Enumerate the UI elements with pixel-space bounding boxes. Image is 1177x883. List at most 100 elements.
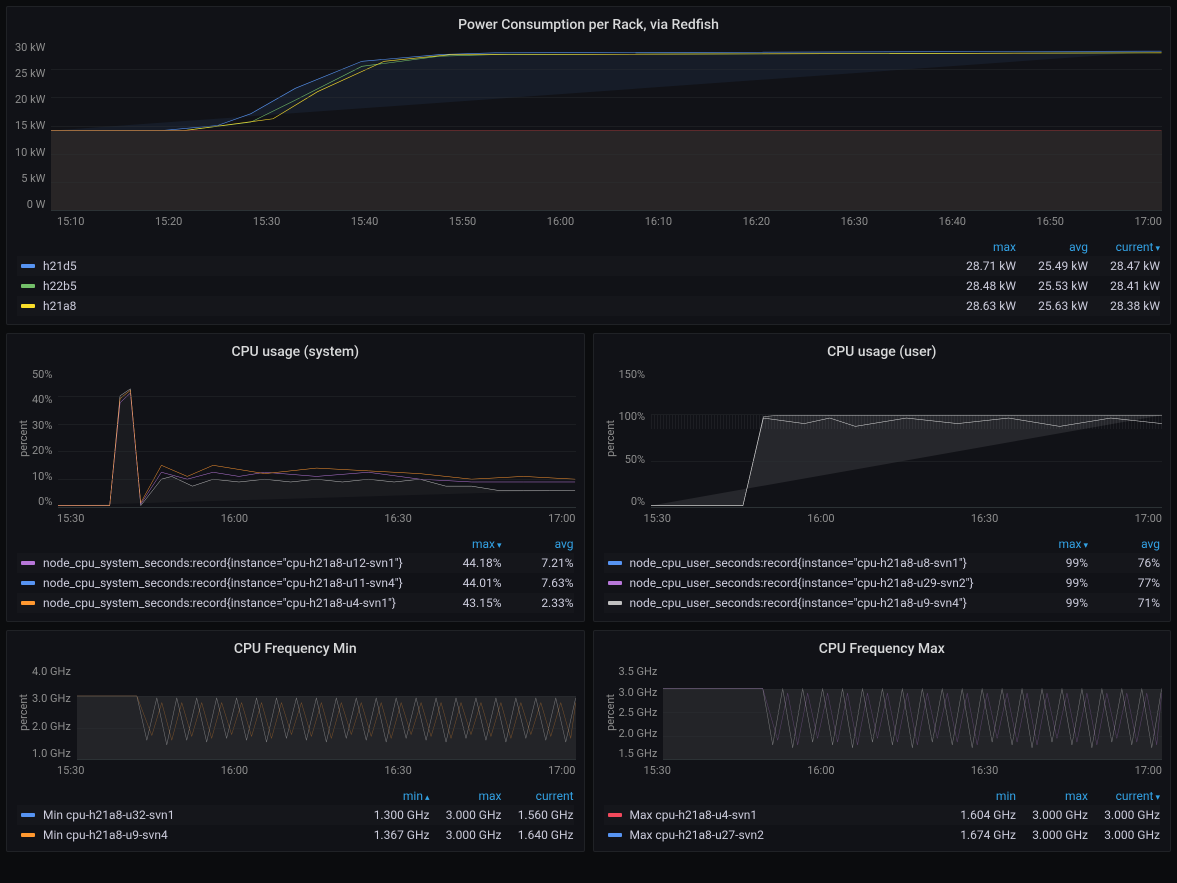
- col-max[interactable]: max: [1016, 789, 1088, 803]
- series-value-min: 1.300 GHz: [358, 808, 430, 822]
- series-name: node_cpu_user_seconds:record{instance="c…: [630, 576, 1017, 590]
- series-swatch: [21, 833, 35, 837]
- col-min[interactable]: min▴: [358, 789, 430, 803]
- series-value-max: 3.000 GHz: [430, 808, 502, 822]
- series-swatch: [21, 304, 35, 308]
- legend-item[interactable]: h21a828.63 kW25.63 kW28.38 kW: [17, 296, 1160, 316]
- col-max[interactable]: max▾: [430, 537, 502, 551]
- series-value-max: 3.000 GHz: [1016, 828, 1088, 842]
- col-max[interactable]: max▾: [1016, 537, 1088, 551]
- legend-item[interactable]: h21d528.71 kW25.49 kW28.47 kW: [17, 256, 1160, 276]
- col-min[interactable]: min: [944, 789, 1016, 803]
- y-axis: 4.0 GHz3.0 GHz2.0 GHz1.0 GHz: [32, 665, 77, 760]
- series-value-avg: 2.33%: [502, 596, 574, 610]
- plot-area[interactable]: [51, 41, 1162, 211]
- legend: max▾ avg node_cpu_user_seconds:record{in…: [594, 531, 1171, 621]
- series-name: Min cpu-h21a8-u9-svn4: [43, 828, 358, 842]
- series-value-current: 28.41 kW: [1088, 279, 1160, 293]
- panel-power[interactable]: Power Consumption per Rack, via Redfish …: [6, 6, 1171, 325]
- panel-title: Power Consumption per Rack, via Redfish: [7, 13, 1170, 41]
- x-axis: 15:3016:0016:3017:00: [7, 508, 584, 531]
- series-value-min: 1.674 GHz: [944, 828, 1016, 842]
- series-name: Min cpu-h21a8-u32-svn1: [43, 808, 358, 822]
- y-label: percent: [602, 694, 619, 731]
- legend: max▾ avg node_cpu_system_seconds:record{…: [7, 531, 584, 621]
- col-current[interactable]: current▾: [1088, 240, 1160, 254]
- legend-item[interactable]: Max cpu-h21a8-u4-svn11.604 GHz3.000 GHz3…: [604, 805, 1161, 825]
- plot-area[interactable]: [663, 665, 1162, 760]
- x-axis: 15:3016:0016:3017:00: [594, 760, 1171, 783]
- legend-item[interactable]: Max cpu-h21a8-u27-svn21.674 GHz3.000 GHz…: [604, 825, 1161, 843]
- panel-title: CPU Frequency Min: [7, 637, 584, 665]
- series-name: node_cpu_system_seconds:record{instance=…: [43, 556, 430, 570]
- legend: max avg current▾ h21d528.71 kW25.49 kW28…: [7, 234, 1170, 324]
- series-swatch: [21, 284, 35, 288]
- series-value-current: 1.640 GHz: [502, 828, 574, 842]
- series-value-avg: 25.53 kW: [1016, 279, 1088, 293]
- y-label: percent: [15, 420, 32, 457]
- legend-item[interactable]: node_cpu_user_seconds:record{instance="c…: [604, 593, 1161, 613]
- series-swatch: [608, 581, 622, 585]
- panel-cpu-user[interactable]: CPU usage (user) percent 150%100%50%0% 1…: [593, 333, 1172, 622]
- series-value-avg: 76%: [1088, 556, 1160, 570]
- chevron-down-icon: ▾: [1155, 793, 1160, 803]
- legend-header[interactable]: max▾ avg: [17, 535, 574, 553]
- legend-item[interactable]: Min cpu-h21a8-u9-svn41.367 GHz3.000 GHz1…: [17, 825, 574, 843]
- col-max[interactable]: max: [944, 240, 1016, 254]
- series-name: h21a8: [43, 299, 944, 313]
- legend-item[interactable]: node_cpu_user_seconds:record{instance="c…: [604, 553, 1161, 573]
- series-value-max: 43.15%: [430, 596, 502, 610]
- legend-item[interactable]: h22b528.48 kW25.53 kW28.41 kW: [17, 276, 1160, 296]
- panel-cpu-system[interactable]: CPU usage (system) percent 50%40%30%20%1…: [6, 333, 585, 622]
- legend-header[interactable]: min▴ max current: [17, 787, 574, 805]
- legend-item[interactable]: node_cpu_system_seconds:record{instance=…: [17, 573, 574, 593]
- series-swatch: [21, 813, 35, 817]
- series-value-max: 44.01%: [430, 576, 502, 590]
- series-value-max: 28.48 kW: [944, 279, 1016, 293]
- series-value-max: 3.000 GHz: [1016, 808, 1088, 822]
- series-swatch: [608, 601, 622, 605]
- col-current[interactable]: current▾: [1088, 789, 1160, 803]
- series-value-current: 28.38 kW: [1088, 299, 1160, 313]
- plot-area[interactable]: [77, 665, 576, 760]
- series-value-min: 1.367 GHz: [358, 828, 430, 842]
- series-value-max: 28.71 kW: [944, 259, 1016, 273]
- panel-freq-min[interactable]: CPU Frequency Min percent 4.0 GHz3.0 GHz…: [6, 630, 585, 852]
- series-name: node_cpu_user_seconds:record{instance="c…: [630, 556, 1017, 570]
- legend-item[interactable]: node_cpu_system_seconds:record{instance=…: [17, 593, 574, 613]
- legend-item[interactable]: node_cpu_system_seconds:record{instance=…: [17, 553, 574, 573]
- series-name: node_cpu_system_seconds:record{instance=…: [43, 596, 430, 610]
- series-name: Max cpu-h21a8-u4-svn1: [630, 808, 945, 822]
- col-avg[interactable]: avg: [502, 537, 574, 551]
- legend-item[interactable]: Min cpu-h21a8-u32-svn11.300 GHz3.000 GHz…: [17, 805, 574, 825]
- series-value-avg: 7.21%: [502, 556, 574, 570]
- series-value-avg: 25.63 kW: [1016, 299, 1088, 313]
- series-name: node_cpu_user_seconds:record{instance="c…: [630, 596, 1017, 610]
- series-name: Max cpu-h21a8-u27-svn2: [630, 828, 945, 842]
- y-axis: 150%100%50%0%: [619, 368, 652, 508]
- col-avg[interactable]: avg: [1016, 240, 1088, 254]
- col-avg[interactable]: avg: [1088, 537, 1160, 551]
- series-value-current: 3.000 GHz: [1088, 828, 1160, 842]
- series-name: h21d5: [43, 259, 944, 273]
- series-value-avg: 7.63%: [502, 576, 574, 590]
- panel-freq-max[interactable]: CPU Frequency Max percent 3.5 GHz3.0 GHz…: [593, 630, 1172, 852]
- series-value-min: 1.604 GHz: [944, 808, 1016, 822]
- panel-title: CPU usage (system): [7, 340, 584, 368]
- plot-area[interactable]: [651, 368, 1162, 508]
- legend-header[interactable]: min max current▾: [604, 787, 1161, 805]
- series-swatch: [608, 833, 622, 837]
- series-value-avg: 77%: [1088, 576, 1160, 590]
- legend-header[interactable]: max avg current▾: [17, 238, 1160, 256]
- plot-area[interactable]: [58, 368, 575, 508]
- legend-header[interactable]: max▾ avg: [604, 535, 1161, 553]
- col-max[interactable]: max: [430, 789, 502, 803]
- series-swatch: [21, 581, 35, 585]
- x-axis: 15:1015:2015:3015:4015:5016:0016:1016:20…: [7, 211, 1170, 234]
- legend-item[interactable]: node_cpu_user_seconds:record{instance="c…: [604, 573, 1161, 593]
- y-label: percent: [602, 420, 619, 457]
- series-value-avg: 25.49 kW: [1016, 259, 1088, 273]
- col-current[interactable]: current: [502, 789, 574, 803]
- y-axis: 3.5 GHz3.0 GHz2.5 GHz2.0 GHz1.5 GHz: [619, 665, 664, 760]
- series-value-max: 99%: [1016, 596, 1088, 610]
